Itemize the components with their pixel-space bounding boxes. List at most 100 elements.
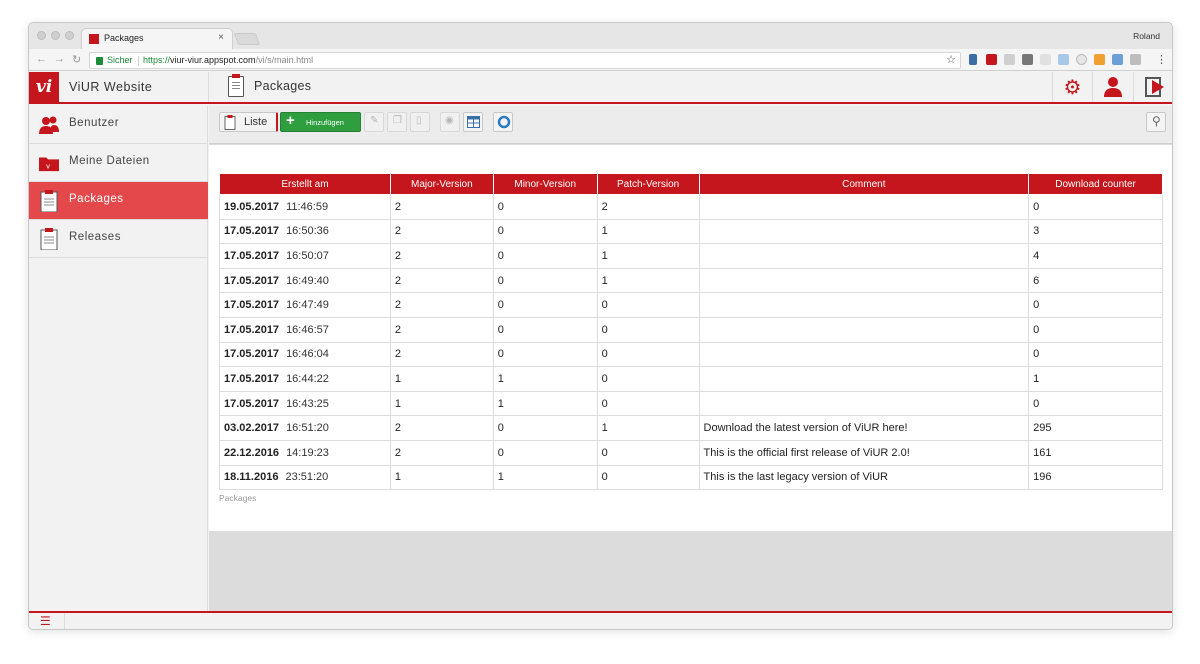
extension-icon[interactable] <box>1004 54 1015 65</box>
cell-comment <box>698 292 1030 318</box>
back-icon[interactable]: ← <box>36 53 47 65</box>
forward-icon[interactable]: → <box>54 53 65 65</box>
extension-icon[interactable] <box>1022 54 1033 65</box>
edit-button[interactable]: ✎ <box>364 112 384 132</box>
browser-tab[interactable]: Packages × <box>81 28 233 49</box>
cell-download-counter: 0 <box>1028 390 1163 417</box>
list-label: Liste <box>244 116 268 128</box>
cell-created: 22.12.2016 14:19:23 <box>219 439 391 466</box>
cell-major-version: 2 <box>389 292 494 318</box>
logout-button[interactable] <box>1133 72 1172 102</box>
created-time: 16:50:36 <box>286 225 329 238</box>
table-row[interactable]: 17.05.2017 16:47:49 2 0 0 0 <box>219 292 1163 318</box>
cell-patch-version: 0 <box>596 292 700 318</box>
users-icon <box>39 116 59 134</box>
site-title: ViUR Website <box>69 80 153 94</box>
table-row[interactable]: 19.05.2017 11:46:59 2 0 2 0 <box>219 194 1163 220</box>
clipboard-icon <box>40 228 58 250</box>
cell-patch-version: 1 <box>596 243 700 269</box>
minimize-window-button[interactable] <box>51 31 60 40</box>
column-header-minor-version[interactable]: Minor-Version <box>492 173 598 195</box>
list-button[interactable]: Liste <box>219 112 278 132</box>
cell-minor-version: 0 <box>492 194 598 220</box>
cell-created: 18.11.2016 23:51:20 <box>219 464 391 491</box>
table-icon <box>467 116 480 128</box>
cell-created: 17.05.2017 16:46:57 <box>219 316 391 343</box>
column-header-major-version[interactable]: Major-Version <box>389 173 494 195</box>
log-toggle-button[interactable]: ☰ <box>29 613 65 629</box>
clone-button[interactable]: ❐ <box>387 112 407 132</box>
tab-title: Packages <box>104 33 144 43</box>
extension-icon[interactable] <box>1094 54 1105 65</box>
cell-patch-version: 0 <box>596 316 700 343</box>
cast-icon[interactable] <box>1130 54 1141 65</box>
cell-created: 17.05.2017 16:46:04 <box>219 341 391 368</box>
created-time: 16:51:20 <box>286 422 329 435</box>
plus-icon: + <box>286 112 295 129</box>
extension-icon[interactable] <box>1112 54 1123 65</box>
cell-comment <box>698 267 1030 294</box>
cell-created: 17.05.2017 16:44:22 <box>219 366 391 392</box>
viur-logo[interactable]: vi <box>29 72 59 102</box>
table-row[interactable]: 17.05.2017 16:46:04 2 0 0 0 <box>219 341 1163 368</box>
table-row[interactable]: 17.05.2017 16:44:22 1 1 0 1 <box>219 366 1163 392</box>
table-row[interactable]: 17.05.2017 16:50:07 2 0 1 4 <box>219 243 1163 269</box>
settings-button[interactable]: ⚙ <box>1052 72 1092 102</box>
created-date: 18.11.2016 <box>224 471 279 484</box>
bookmark-star-icon[interactable]: ☆ <box>946 53 956 66</box>
cell-minor-version: 1 <box>492 366 598 392</box>
cell-created: 17.05.2017 16:43:25 <box>219 390 391 417</box>
search-icon: ⚲ <box>1152 114 1161 128</box>
url-input[interactable]: Sicher https://viur-viur.appspot.com/vi/… <box>89 52 961 69</box>
table-row[interactable]: 22.12.2016 14:19:23 2 0 0 This is the officia… <box>219 439 1163 466</box>
table-row[interactable]: 17.05.2017 16:49:40 2 0 1 6 <box>219 267 1163 294</box>
cell-minor-version: 0 <box>492 316 598 343</box>
reload-icon[interactable]: ↻ <box>72 53 81 66</box>
tab-close-button[interactable]: × <box>218 32 224 43</box>
table-row[interactable]: 03.02.2017 16:51:20 2 0 1 Download the latest… <box>219 415 1163 441</box>
table-row[interactable]: 17.05.2017 16:50:36 2 0 1 3 <box>219 218 1163 245</box>
extension-icon[interactable] <box>969 54 977 65</box>
search-button[interactable]: ⚲ <box>1146 112 1166 132</box>
menu-icon[interactable]: ⋮ <box>1156 53 1167 66</box>
extension-icon[interactable] <box>1040 54 1051 65</box>
reload-list-button[interactable] <box>493 112 513 132</box>
column-header-comment[interactable]: Comment <box>698 173 1030 195</box>
sidebar-item-meine-dateien[interactable]: v Meine Dateien <box>29 144 208 182</box>
column-header-download-counter[interactable]: Download counter <box>1028 173 1163 195</box>
column-header-erstellt-am[interactable]: Erstellt am <box>219 173 391 195</box>
cell-minor-version: 1 <box>492 464 598 491</box>
sidebar-item-packages[interactable]: Packages <box>29 182 208 220</box>
user-button[interactable] <box>1092 72 1132 102</box>
cell-major-version: 2 <box>389 218 494 245</box>
new-tab-button[interactable] <box>233 33 261 45</box>
add-button[interactable]: + Hinzufügen <box>280 112 361 132</box>
table-columns-button[interactable] <box>463 112 483 132</box>
sidebar-item-benutzer[interactable]: Benutzer <box>29 106 208 144</box>
table-row[interactable]: 18.11.2016 23:51:20 1 1 0 This is the last le… <box>219 464 1163 491</box>
list-view: Erstellt am Major-Version Minor-Version … <box>209 145 1172 531</box>
created-time: 23:51:20 <box>285 471 329 484</box>
sidebar-item-releases[interactable]: Releases <box>29 220 208 258</box>
cell-comment: This is the last legacy version of ViUR <box>698 464 1030 491</box>
column-header-patch-version[interactable]: Patch-Version <box>596 173 700 195</box>
close-window-button[interactable] <box>37 31 46 40</box>
packages-table: Erstellt am Major-Version Minor-Version … <box>219 173 1163 491</box>
zoom-window-button[interactable] <box>65 31 74 40</box>
table-row[interactable]: 17.05.2017 16:46:57 2 0 0 0 <box>219 316 1163 343</box>
sidebar-item-label: Packages <box>69 193 124 205</box>
preview-button[interactable]: ◉ <box>440 112 460 132</box>
footer-bar: ☰ <box>29 611 1172 629</box>
table-row[interactable]: 17.05.2017 16:43:25 1 1 0 0 <box>219 390 1163 417</box>
delete-button[interactable]: ▯ <box>410 112 430 132</box>
extension-icon[interactable] <box>1058 54 1069 65</box>
cell-patch-version: 2 <box>596 194 700 220</box>
extension-icon[interactable] <box>986 54 997 65</box>
cell-download-counter: 4 <box>1028 243 1163 269</box>
created-date: 22.12.2016 <box>224 446 280 459</box>
cell-download-counter: 0 <box>1028 292 1163 318</box>
extension-icon[interactable] <box>1076 54 1087 65</box>
sidebar: Benutzer v Meine Dateien Packages Releas… <box>29 106 208 611</box>
profile-name[interactable]: Roland <box>1133 31 1160 41</box>
cell-minor-version: 0 <box>492 267 598 294</box>
